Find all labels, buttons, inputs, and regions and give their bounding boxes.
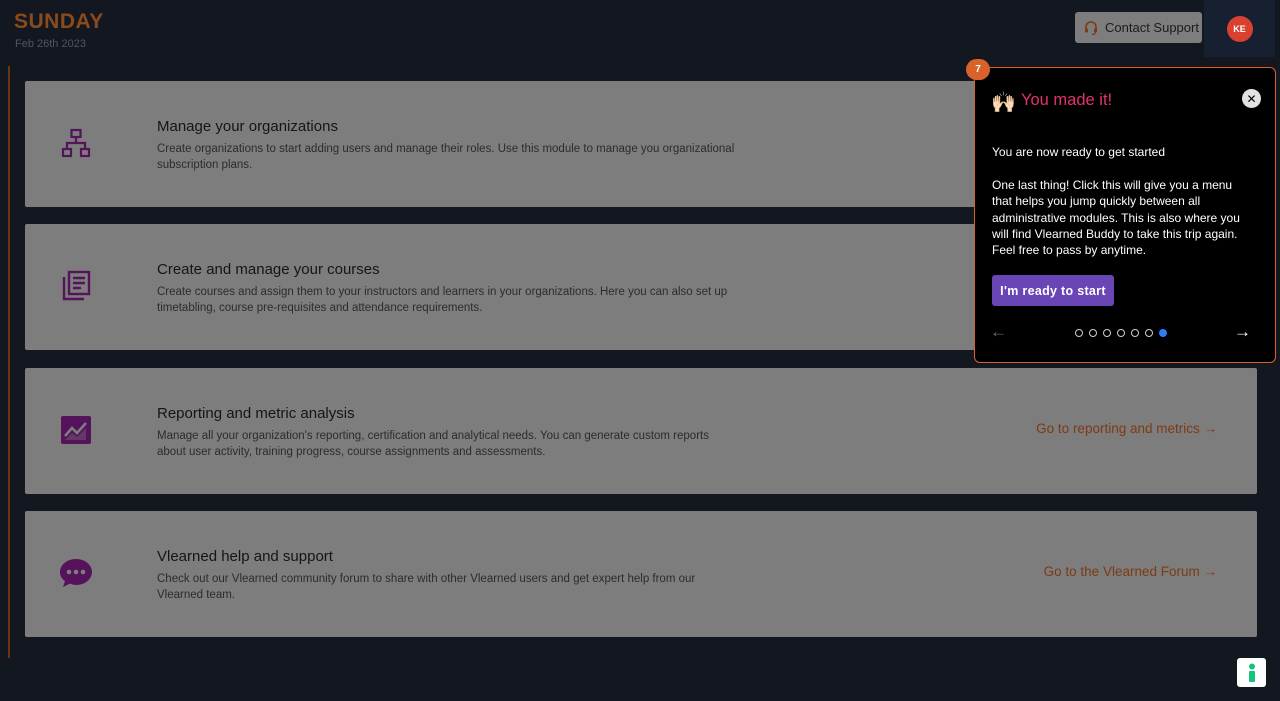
card-description: Create courses and assign them to your i… [157,286,728,314]
step-dot[interactable] [1075,329,1083,337]
help-button[interactable] [1237,658,1266,687]
info-icon [1248,663,1255,682]
card-title: Vlearned help and support [157,548,333,565]
contact-support-button[interactable]: Contact Support [1075,12,1202,43]
side-rail [8,66,10,658]
tour-text-body: One last thing! Click this will give you… [992,178,1240,258]
reporting-link[interactable]: Go to reporting and metrics → [1036,421,1217,436]
step-badge: 7 [966,59,990,80]
headset-icon [1083,20,1099,36]
step-dots [1075,329,1167,337]
step-dot[interactable] [1159,329,1167,337]
step-dot[interactable] [1131,329,1139,337]
raised-hands-icon: 🙌🏻 [991,92,1016,114]
ready-to-start-button[interactable]: I'm ready to start [992,275,1114,306]
step-dot[interactable] [1145,329,1153,337]
card-title: Create and manage your courses [157,261,380,278]
chat-icon [58,555,94,591]
step-dot[interactable] [1117,329,1125,337]
card-title: Manage your organizations [157,118,338,135]
date-label: Feb 26th 2023 [15,38,86,50]
tour-popover: 🙌🏻 You made it! ✕ You are now ready to g… [974,67,1276,363]
close-button[interactable]: ✕ [1242,89,1261,108]
day-title: SUNDAY [14,10,104,33]
arrow-right-icon[interactable]: → [1234,322,1251,342]
step-dot[interactable] [1103,329,1111,337]
chart-icon [58,412,94,448]
card-reporting[interactable]: Reporting and metric analysis Manage all… [25,368,1257,494]
card-description: Manage all your organization's reporting… [157,430,709,458]
user-menu[interactable]: KE [1204,0,1275,57]
arrow-left-icon[interactable]: ← [990,322,1007,342]
forum-link[interactable]: Go to the Vlearned Forum → [1044,564,1217,579]
tour-text-intro: You are now ready to get started [992,145,1166,159]
sitemap-icon [58,125,94,161]
tour-title: You made it! [1021,91,1113,109]
courses-icon [58,268,94,304]
card-description: Create organizations to start adding use… [157,143,735,171]
card-description: Check out our Vlearned community forum t… [157,573,696,601]
contact-support-label: Contact Support [1105,20,1199,35]
card-help[interactable]: Vlearned help and support Check out our … [25,511,1257,637]
avatar[interactable]: KE [1226,15,1253,42]
card-title: Reporting and metric analysis [157,405,355,422]
step-dot[interactable] [1089,329,1097,337]
